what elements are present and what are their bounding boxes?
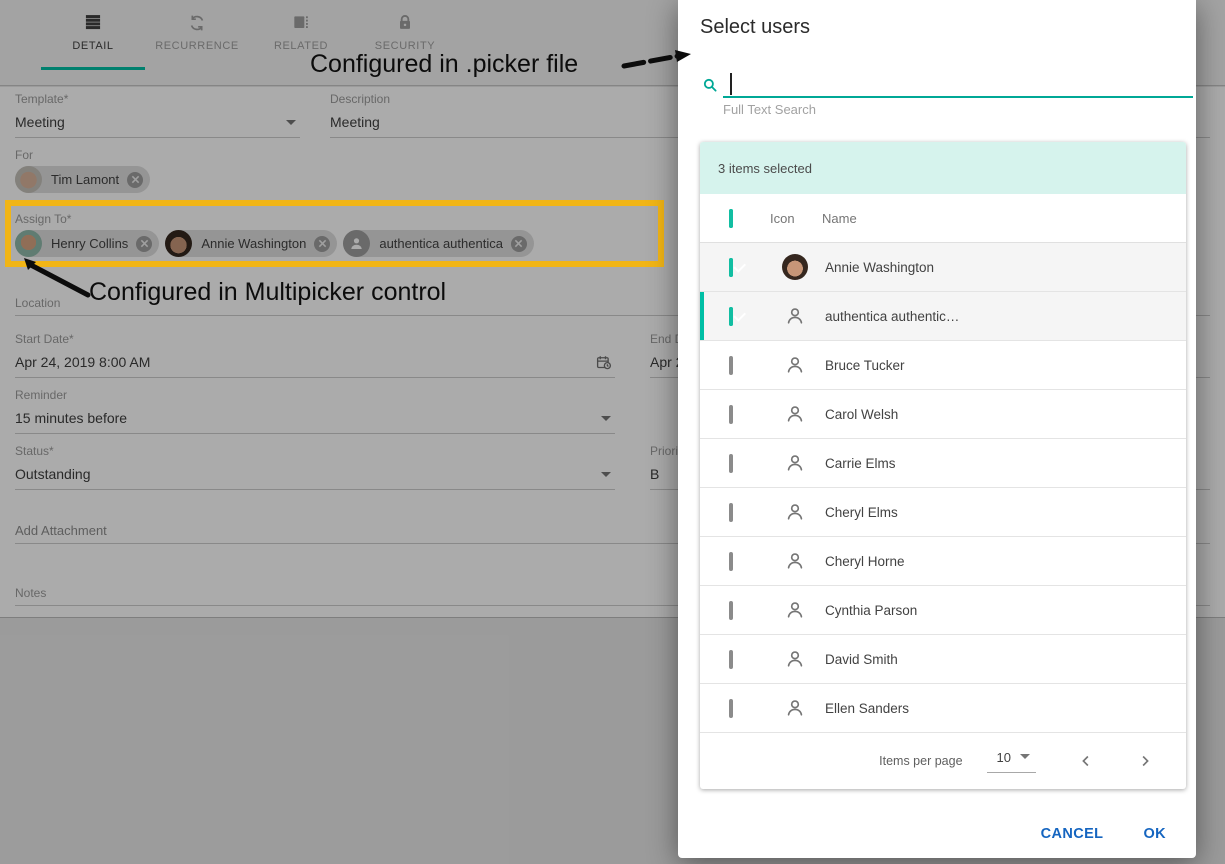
users-table: 3 items selected Icon Name Annie Washing… bbox=[700, 142, 1186, 789]
row-checkbox-checked[interactable] bbox=[729, 307, 733, 326]
user-row[interactable]: Ellen Sanders bbox=[700, 684, 1186, 733]
text-cursor bbox=[730, 73, 732, 95]
person-icon bbox=[784, 452, 806, 474]
user-name: Annie Washington bbox=[825, 260, 934, 275]
row-checkbox[interactable] bbox=[729, 601, 733, 620]
person-icon bbox=[784, 599, 806, 621]
row-checkbox[interactable] bbox=[729, 454, 733, 473]
avatar bbox=[782, 254, 808, 280]
user-name: Cynthia Parson bbox=[825, 603, 917, 618]
person-icon bbox=[784, 354, 806, 376]
person-icon bbox=[784, 305, 806, 327]
dialog-actions: CANCEL OK bbox=[1041, 810, 1196, 858]
person-icon bbox=[784, 501, 806, 523]
row-checkbox-checked[interactable] bbox=[729, 258, 733, 277]
user-row[interactable]: Cheryl Elms bbox=[700, 488, 1186, 537]
search-hint: Full Text Search bbox=[723, 102, 816, 117]
user-table-rows: Annie Washington authentica authentic… Bru… bbox=[700, 243, 1186, 733]
chevron-down-icon bbox=[1020, 754, 1030, 759]
user-name: authentica authentic… bbox=[825, 309, 959, 324]
selection-summary: 3 items selected bbox=[700, 142, 1186, 194]
picker-annotation: Configured in .picker file bbox=[310, 50, 578, 79]
user-row[interactable]: Carrie Elms bbox=[700, 439, 1186, 488]
person-icon bbox=[784, 550, 806, 572]
search-underline bbox=[723, 96, 1193, 98]
user-row[interactable]: Bruce Tucker bbox=[700, 341, 1186, 390]
next-page-button[interactable] bbox=[1136, 752, 1154, 770]
select-users-dialog: Select users Full Text Search 3 items se… bbox=[678, 0, 1196, 858]
multipicker-highlight-box bbox=[5, 200, 664, 267]
row-checkbox[interactable] bbox=[729, 650, 733, 669]
user-row[interactable]: Cynthia Parson bbox=[700, 586, 1186, 635]
row-checkbox[interactable] bbox=[729, 356, 733, 375]
user-row[interactable]: David Smith bbox=[700, 635, 1186, 684]
select-all-checkbox[interactable] bbox=[729, 209, 733, 228]
user-row[interactable]: Carol Welsh bbox=[700, 390, 1186, 439]
person-icon bbox=[784, 648, 806, 670]
search-input[interactable] bbox=[723, 70, 1192, 96]
row-checkbox[interactable] bbox=[729, 405, 733, 424]
dialog-title: Select users bbox=[700, 16, 810, 39]
user-row[interactable]: Annie Washington bbox=[700, 243, 1186, 292]
user-row[interactable]: Cheryl Horne bbox=[700, 537, 1186, 586]
table-header: Icon Name bbox=[700, 194, 1186, 243]
user-name: Cheryl Elms bbox=[825, 505, 898, 520]
page-size-select[interactable]: 10 bbox=[987, 750, 1036, 773]
name-column-header: Name bbox=[822, 211, 857, 226]
paginator: Items per page 10 bbox=[700, 733, 1186, 789]
person-icon bbox=[784, 403, 806, 425]
multipicker-annotation: Configured in Multipicker control bbox=[89, 278, 446, 307]
row-checkbox[interactable] bbox=[729, 552, 733, 571]
page-size-value: 10 bbox=[997, 750, 1011, 765]
user-name: Bruce Tucker bbox=[825, 358, 905, 373]
user-row[interactable]: authentica authentic… bbox=[700, 292, 1186, 341]
user-name: Cheryl Horne bbox=[825, 554, 905, 569]
screen: DETAIL RECURRENCE bbox=[0, 0, 1225, 864]
icon-column-header: Icon bbox=[770, 211, 822, 226]
previous-page-button[interactable] bbox=[1077, 752, 1095, 770]
row-checkbox[interactable] bbox=[729, 699, 733, 718]
search-icon bbox=[701, 76, 719, 99]
cancel-button[interactable]: CANCEL bbox=[1041, 826, 1104, 842]
user-name: Ellen Sanders bbox=[825, 701, 909, 716]
row-checkbox[interactable] bbox=[729, 503, 733, 522]
person-icon bbox=[784, 697, 806, 719]
items-per-page-label: Items per page bbox=[879, 754, 962, 768]
user-name: Carol Welsh bbox=[825, 407, 898, 422]
user-name: Carrie Elms bbox=[825, 456, 896, 471]
user-name: David Smith bbox=[825, 652, 898, 667]
ok-button[interactable]: OK bbox=[1143, 826, 1166, 842]
